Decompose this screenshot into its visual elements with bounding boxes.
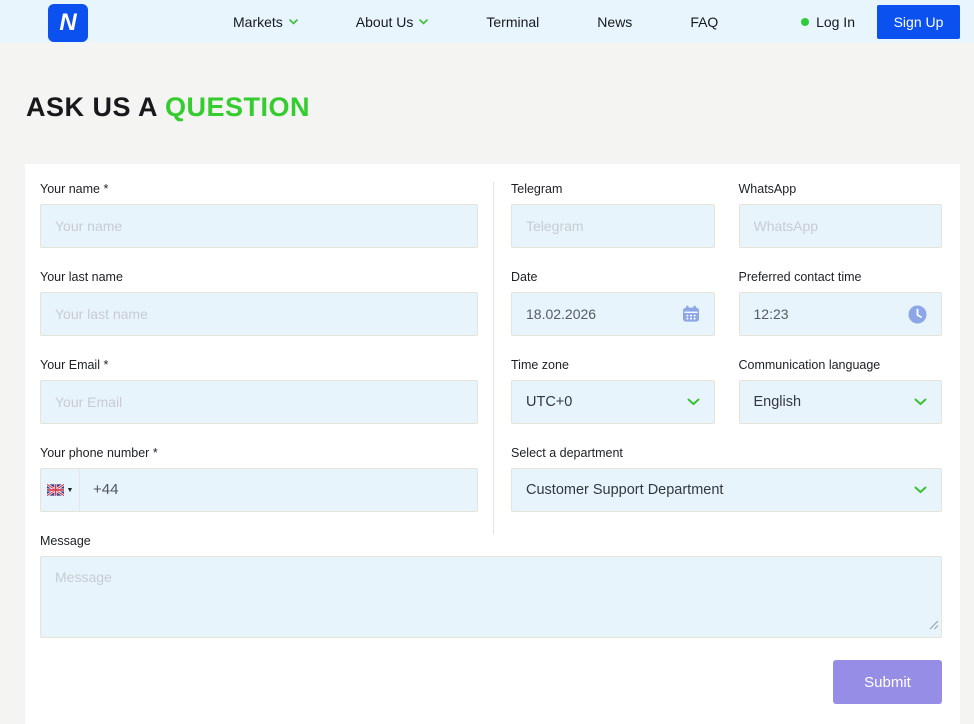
page-title-highlight: QUESTION xyxy=(165,92,311,122)
timezone-value: UTC+0 xyxy=(526,394,573,410)
submit-row: Submit xyxy=(40,660,942,704)
department-value: Customer Support Department xyxy=(526,482,724,498)
whatsapp-input-box xyxy=(738,204,942,248)
nav-item-label: Markets xyxy=(233,13,283,30)
nav-right: Log In Sign Up xyxy=(801,0,960,43)
whatsapp-field-group: WhatsApp xyxy=(738,182,942,248)
login-status-dot xyxy=(801,17,810,26)
department-select[interactable]: Customer Support Department xyxy=(511,468,942,512)
last-name-field-group: Your last name xyxy=(40,270,478,336)
your-name-input-box xyxy=(40,204,478,248)
chevron-down-icon xyxy=(288,18,298,25)
timezone-select[interactable]: UTC+0 xyxy=(511,380,715,424)
telegram-input-box xyxy=(511,204,715,248)
contact-time-value: 12:23 xyxy=(753,306,789,322)
date-value: 18.02.2026 xyxy=(526,306,597,322)
page-title: ASK US A QUESTION xyxy=(26,92,974,123)
form-left-column: Your name * Your last name Your Email * … xyxy=(40,182,493,534)
timezone-field-group: Time zone UTC+0 xyxy=(511,358,715,424)
telegram-field-group: Telegram xyxy=(511,182,715,248)
phone-input-box: ▼ xyxy=(40,468,478,512)
flag-caret-icon: ▼ xyxy=(66,486,74,494)
last-name-label: Your last name xyxy=(40,270,123,284)
phone-label: Your phone number * xyxy=(40,446,158,460)
whatsapp-label: WhatsApp xyxy=(738,182,797,196)
nav-item-about-us[interactable]: About Us xyxy=(356,14,429,30)
form-right-column: Telegram WhatsApp Date 18.02.2026 xyxy=(493,182,942,534)
nav-item-terminal[interactable]: Terminal xyxy=(486,14,539,30)
email-input-box xyxy=(40,380,478,424)
country-code-selector[interactable]: ▼ xyxy=(41,469,80,511)
submit-button[interactable]: Submit xyxy=(833,660,942,704)
telegram-input[interactable] xyxy=(526,218,700,234)
last-name-input[interactable] xyxy=(55,306,463,322)
nav-item-label: About Us xyxy=(355,13,414,30)
phone-number-wrap xyxy=(80,481,477,499)
timezone-label: Time zone xyxy=(511,358,569,372)
nav-item-news[interactable]: News xyxy=(597,14,632,30)
date-field-group: Date 18.02.2026 xyxy=(511,270,715,336)
language-value: English xyxy=(753,394,802,410)
nav-item-markets[interactable]: Markets xyxy=(233,14,298,30)
nav-item-label: Terminal xyxy=(486,13,540,30)
clock-icon[interactable] xyxy=(908,305,927,324)
message-input-box xyxy=(40,556,942,638)
message-label: Message xyxy=(40,534,91,548)
telegram-label: Telegram xyxy=(511,182,563,196)
contact-form-card: Your name * Your last name Your Email * … xyxy=(25,164,960,724)
contact-time-label: Preferred contact time xyxy=(738,270,862,284)
your-name-label: Your name * xyxy=(40,182,109,196)
date-label: Date xyxy=(511,270,538,284)
language-label: Communication language xyxy=(738,358,881,372)
date-picker[interactable]: 18.02.2026 xyxy=(511,292,715,336)
login-button[interactable]: Log In xyxy=(801,14,855,30)
whatsapp-input[interactable] xyxy=(753,218,927,234)
chevron-down-icon xyxy=(914,486,927,494)
language-field-group: Communication language English xyxy=(738,358,942,424)
email-label: Your Email * xyxy=(40,358,109,372)
email-field-group: Your Email * xyxy=(40,358,478,424)
signup-button[interactable]: Sign Up xyxy=(877,4,960,39)
chevron-down-icon xyxy=(419,18,429,25)
nav-item-label: News xyxy=(597,13,633,30)
nav-item-label: FAQ xyxy=(690,13,719,30)
login-label: Log In xyxy=(816,13,855,30)
calendar-icon[interactable] xyxy=(682,305,700,323)
last-name-input-box xyxy=(40,292,478,336)
phone-field-group: Your phone number * ▼ +44 xyxy=(40,446,478,512)
department-field-group: Select a department Customer Support Dep… xyxy=(511,446,942,512)
page-title-prefix: ASK US A xyxy=(26,92,158,122)
email-input[interactable] xyxy=(55,394,463,410)
chevron-down-icon xyxy=(687,398,700,406)
top-navbar: N Markets About Us Terminal News FAQ Log… xyxy=(0,0,974,43)
brand-logo[interactable]: N xyxy=(48,4,88,42)
your-name-input[interactable] xyxy=(55,218,463,234)
your-name-field-group: Your name * xyxy=(40,182,478,248)
chevron-down-icon xyxy=(914,398,927,406)
brand-logo-letter: N xyxy=(59,9,77,36)
uk-flag-icon xyxy=(46,484,64,496)
message-textarea[interactable] xyxy=(41,557,941,637)
language-select[interactable]: English xyxy=(738,380,942,424)
nav-links: Markets About Us Terminal News FAQ xyxy=(233,14,718,30)
contact-time-field-group: Preferred contact time 12:23 xyxy=(738,270,942,336)
message-field-group: Message xyxy=(40,534,942,638)
time-picker[interactable]: 12:23 xyxy=(738,292,942,336)
nav-item-faq[interactable]: FAQ xyxy=(690,14,718,30)
phone-number-input[interactable] xyxy=(93,481,464,498)
department-label: Select a department xyxy=(511,446,623,460)
